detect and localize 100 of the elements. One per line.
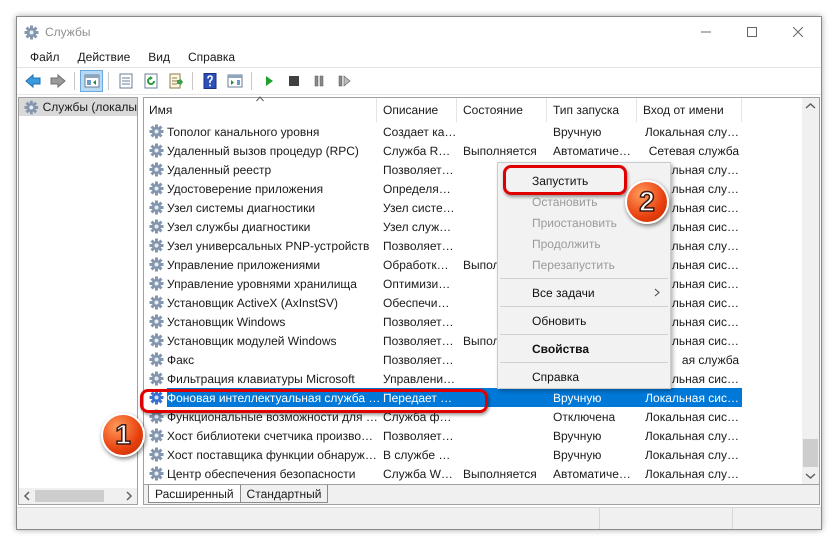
column-header[interactable]: Имя xyxy=(144,98,377,122)
table-cell[interactable]: Факс xyxy=(167,350,194,368)
table-cell[interactable]: Установщик Windows xyxy=(167,312,286,330)
table-cell-text: льная слу… xyxy=(672,180,739,198)
table-cell-text: Вручную xyxy=(553,446,602,464)
gear-icon xyxy=(149,257,164,272)
column-header[interactable]: Вход от имени xyxy=(637,98,742,122)
table-cell-text: Передает … xyxy=(383,390,452,406)
view-tab[interactable]: Расширенный xyxy=(148,485,241,503)
table-cell[interactable]: Узел универсальных PNP-устройств xyxy=(167,236,370,254)
table-cell-text: льная сис… xyxy=(672,332,739,350)
column-header[interactable]: Состояние xyxy=(457,98,547,122)
table-cell-text: льная сис… xyxy=(672,218,739,236)
table-cell-text: Узел систе… xyxy=(383,200,455,216)
table-cell-text: Выполняется xyxy=(463,466,537,482)
gear-icon xyxy=(149,295,164,310)
gear-icon xyxy=(149,352,164,367)
table-cell-text: ая служба xyxy=(682,352,739,368)
table-cell[interactable]: Фильтрация клавиатуры Microsoft xyxy=(167,370,355,388)
table-cell-text: льная сис… xyxy=(672,314,739,330)
table-cell-text: Вручную xyxy=(553,390,602,406)
table-cell-text: Локальная слу… xyxy=(644,446,739,464)
scrollbar-thumb[interactable] xyxy=(35,490,104,502)
menu-item[interactable]: Справка xyxy=(179,47,244,67)
menu-item[interactable]: Файл xyxy=(21,47,69,67)
tree-item[interactable]: Службы (локалы xyxy=(19,98,137,116)
table-cell-text: В службе … xyxy=(383,446,450,464)
table-cell-text: Узел служ… xyxy=(383,218,452,236)
context-menu-item[interactable]: Справка xyxy=(532,368,580,386)
table-cell-text: Позволяет… xyxy=(383,238,454,254)
table-cell[interactable]: Фоновая интеллектуальная служба … xyxy=(167,388,380,406)
gear-icon xyxy=(24,24,39,40)
table-cell[interactable]: Управление уровнями хранилища xyxy=(167,274,357,292)
table-cell-text: льная сис… xyxy=(672,276,739,292)
view-tab[interactable]: Стандартный xyxy=(240,485,328,503)
table-cell-text: Оптимизи… xyxy=(383,276,450,292)
table-cell[interactable]: Удостоверение приложения xyxy=(167,180,324,198)
gear-icon xyxy=(149,447,164,462)
table-cell[interactable]: Тополог канального уровня xyxy=(167,122,320,140)
table-cell-text: льная слу… xyxy=(672,238,739,254)
sort-caret-icon xyxy=(256,96,264,102)
column-header[interactable]: Тип запуска xyxy=(547,98,637,122)
column-header[interactable]: Описание xyxy=(377,98,457,122)
gear-icon xyxy=(149,314,164,329)
table-cell[interactable]: Узел службы диагностики xyxy=(167,218,310,236)
gear-icon xyxy=(149,371,164,386)
table-cell[interactable]: Удаленный вызов процедур (RPC) xyxy=(167,142,359,160)
table-cell[interactable]: Установщик модулей Windows xyxy=(167,332,336,350)
table-cell-text: Локальная сис… xyxy=(645,390,739,406)
context-menu-item[interactable]: Все задачи xyxy=(532,284,595,302)
table-cell-text: Вручную xyxy=(553,124,602,140)
table-cell[interactable]: Функциональные возможности для … xyxy=(167,408,378,426)
gear-icon xyxy=(149,428,164,443)
table-cell-text: льная сис… xyxy=(672,256,739,274)
table-cell-text: Выполняется xyxy=(463,142,537,160)
gear-icon xyxy=(149,466,164,481)
gear-icon xyxy=(149,333,164,348)
table-cell-text: Локальная слу… xyxy=(644,428,739,444)
table-cell[interactable]: Хост библиотеки счетчика произво… xyxy=(167,426,374,444)
table-cell-text: Локальная слу… xyxy=(644,124,739,140)
console-tree-icon[interactable] xyxy=(80,70,103,92)
gear-icon xyxy=(149,200,164,215)
chevron-right-icon xyxy=(654,288,660,297)
table-cell-text: льная сис… xyxy=(672,200,739,216)
table-cell-text: Позволяет… xyxy=(383,332,454,350)
gear-icon xyxy=(149,219,164,234)
table-cell-text: Позволяет… xyxy=(383,314,454,330)
table-cell-text: Служба W… xyxy=(383,466,453,482)
context-menu-item[interactable]: Запустить xyxy=(532,172,588,190)
table-cell[interactable]: Хост поставщика функции обнаруж… xyxy=(167,446,377,464)
table-cell-text: Служба R… xyxy=(383,142,450,160)
table-cell-text: Вручную xyxy=(553,428,602,444)
table-cell-text: льная сис… xyxy=(672,370,739,388)
table-cell[interactable]: Управление приложениями xyxy=(167,256,320,274)
table-cell-text: Автоматиче… xyxy=(553,466,631,482)
gear-icon xyxy=(149,124,164,139)
gear-icon xyxy=(24,100,39,114)
gear-icon xyxy=(149,238,164,253)
table-cell-text: Управлени… xyxy=(383,370,456,388)
table-cell-text: льная слу… xyxy=(672,162,739,178)
vertical-scrollbar[interactable] xyxy=(802,98,819,484)
window-title: Службы xyxy=(45,24,90,41)
menu-item[interactable]: Действие xyxy=(68,47,140,67)
context-menu-item[interactable]: Обновить xyxy=(532,312,586,330)
table-cell-text: Локальная сис… xyxy=(645,408,739,426)
table-cell-text: Определя… xyxy=(383,180,451,198)
gear-icon xyxy=(149,276,164,291)
table-cell[interactable]: Удаленный реестр xyxy=(167,160,272,178)
table-cell[interactable]: Узел системы диагностики xyxy=(167,198,316,216)
gear-icon xyxy=(149,181,164,196)
context-menu-item[interactable]: Свойства xyxy=(532,340,590,358)
table-cell-text: Позволяет… xyxy=(383,428,454,444)
table-cell-text: Служба ф… xyxy=(383,408,452,426)
table-cell[interactable]: Установщик ActiveX (AxInstSV) xyxy=(167,294,338,312)
table-cell-text: Позволяет… xyxy=(383,162,454,178)
table-cell-text: Сетевая служба xyxy=(648,142,739,160)
horizontal-scrollbar[interactable] xyxy=(19,488,137,504)
scrollbar-thumb[interactable] xyxy=(803,439,818,467)
menu-item[interactable]: Вид xyxy=(139,47,179,67)
table-cell[interactable]: Центр обеспечения безопасности xyxy=(167,464,356,482)
